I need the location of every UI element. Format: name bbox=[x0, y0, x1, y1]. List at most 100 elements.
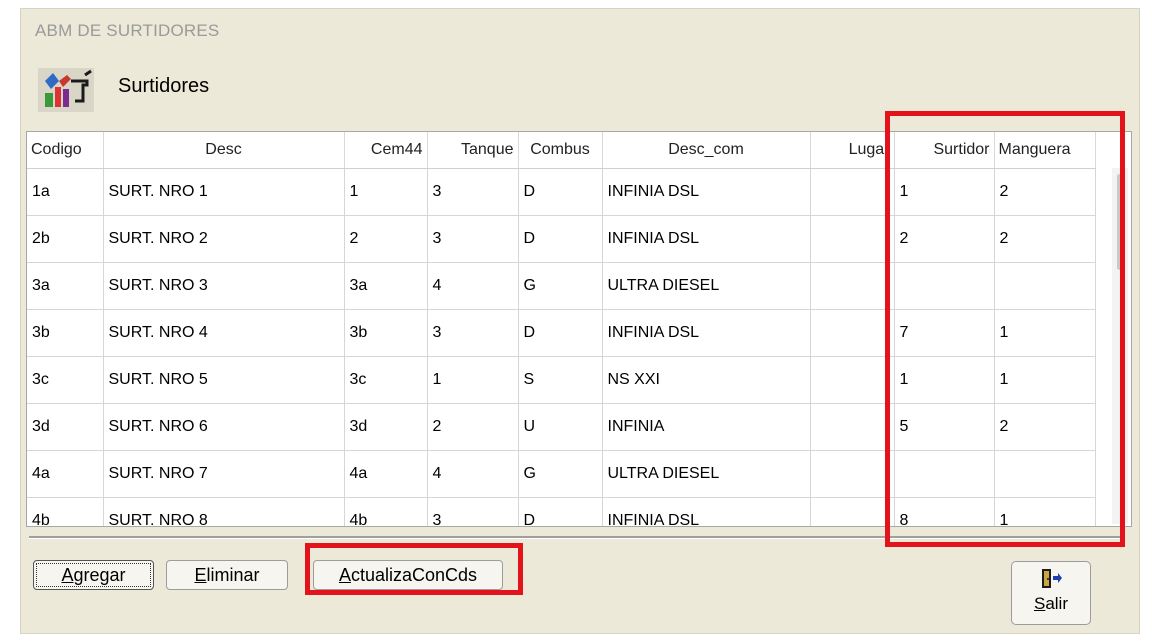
cell-surtidor[interactable]: 7 bbox=[894, 309, 995, 357]
cell-tanque[interactable]: 3 bbox=[427, 309, 519, 357]
cell-manguera[interactable] bbox=[994, 262, 1096, 310]
cell-desc[interactable]: SURT. NRO 5 bbox=[103, 356, 345, 404]
cell-surtidor[interactable] bbox=[894, 450, 995, 498]
salir-label-rest: alir bbox=[1045, 594, 1068, 613]
cell-cem44[interactable]: 1 bbox=[344, 168, 428, 216]
cell-combus[interactable]: U bbox=[518, 403, 603, 451]
cell-codigo[interactable]: 3a bbox=[27, 262, 104, 310]
cell-desc[interactable]: SURT. NRO 1 bbox=[103, 168, 345, 216]
cell-desc-com[interactable]: INFINIA DSL bbox=[602, 215, 811, 263]
cell-tanque[interactable]: 3 bbox=[427, 497, 519, 526]
cell-desc-com[interactable]: INFINIA bbox=[602, 403, 811, 451]
cell-codigo[interactable]: 3d bbox=[27, 403, 104, 451]
table-row[interactable]: 3a SURT. NRO 3 3a 4 G ULTRA DIESEL bbox=[27, 262, 1096, 310]
cell-tanque[interactable]: 4 bbox=[427, 450, 519, 498]
cell-surtidor[interactable]: 8 bbox=[894, 497, 995, 526]
cell-desc[interactable]: SURT. NRO 3 bbox=[103, 262, 345, 310]
table-row[interactable]: 4a SURT. NRO 7 4a 4 G ULTRA DIESEL bbox=[27, 450, 1096, 498]
separator-line bbox=[29, 536, 1125, 539]
cell-cem44[interactable]: 4b bbox=[344, 497, 428, 526]
cell-lugar[interactable] bbox=[810, 309, 895, 357]
col-header-manguera[interactable]: Manguera bbox=[994, 132, 1096, 169]
table-row[interactable]: 3b SURT. NRO 4 3b 3 D INFINIA DSL 7 1 bbox=[27, 309, 1096, 357]
cell-codigo[interactable]: 4a bbox=[27, 450, 104, 498]
actualiza-con-cds-button[interactable]: ActualizaConCds bbox=[313, 560, 503, 590]
agregar-button[interactable]: Agregar bbox=[33, 560, 154, 590]
cell-cem44[interactable]: 3d bbox=[344, 403, 428, 451]
scrollbar-thumb[interactable] bbox=[1117, 174, 1122, 270]
cell-desc-com[interactable]: ULTRA DIESEL bbox=[602, 262, 811, 310]
col-header-desc[interactable]: Desc bbox=[103, 132, 345, 169]
cell-cem44[interactable]: 3c bbox=[344, 356, 428, 404]
cell-codigo[interactable]: 3b bbox=[27, 309, 104, 357]
table-row[interactable]: 4b SURT. NRO 8 4b 3 D INFINIA DSL 8 1 bbox=[27, 497, 1096, 526]
cell-lugar[interactable] bbox=[810, 450, 895, 498]
cell-desc[interactable]: SURT. NRO 7 bbox=[103, 450, 345, 498]
col-header-codigo[interactable]: Codigo bbox=[27, 132, 104, 169]
cell-surtidor[interactable]: 1 bbox=[894, 168, 995, 216]
cell-tanque[interactable]: 3 bbox=[427, 168, 519, 216]
cell-surtidor[interactable] bbox=[894, 262, 995, 310]
cell-tanque[interactable]: 4 bbox=[427, 262, 519, 310]
cell-cem44[interactable]: 3b bbox=[344, 309, 428, 357]
col-header-tanque[interactable]: Tanque bbox=[427, 132, 519, 169]
cell-surtidor[interactable]: 2 bbox=[894, 215, 995, 263]
cell-manguera[interactable]: 2 bbox=[994, 403, 1096, 451]
cell-desc[interactable]: SURT. NRO 2 bbox=[103, 215, 345, 263]
cell-tanque[interactable]: 1 bbox=[427, 356, 519, 404]
table-row[interactable]: 1a SURT. NRO 1 1 3 D INFINIA DSL 1 2 bbox=[27, 168, 1096, 216]
cell-tanque[interactable]: 3 bbox=[427, 215, 519, 263]
grid-table: Codigo Desc Cem44 Tanque Combus Desc_com… bbox=[27, 132, 1096, 526]
cell-combus[interactable]: D bbox=[518, 168, 603, 216]
table-row[interactable]: 2b SURT. NRO 2 2 3 D INFINIA DSL 2 2 bbox=[27, 215, 1096, 263]
cell-cem44[interactable]: 2 bbox=[344, 215, 428, 263]
table-row[interactable]: 3d SURT. NRO 6 3d 2 U INFINIA 5 2 bbox=[27, 403, 1096, 451]
col-header-lugar[interactable]: Lugar bbox=[810, 132, 895, 169]
cell-lugar[interactable] bbox=[810, 168, 895, 216]
grid-vertical-scrollbar[interactable] bbox=[1112, 168, 1128, 524]
cell-lugar[interactable] bbox=[810, 262, 895, 310]
cell-surtidor[interactable]: 1 bbox=[894, 356, 995, 404]
salir-button[interactable]: Salir bbox=[1011, 561, 1091, 625]
col-header-combus[interactable]: Combus bbox=[518, 132, 603, 169]
surtidores-grid[interactable]: Codigo Desc Cem44 Tanque Combus Desc_com… bbox=[26, 131, 1132, 527]
cell-combus[interactable]: D bbox=[518, 309, 603, 357]
cell-manguera[interactable]: 2 bbox=[994, 215, 1096, 263]
eliminar-button[interactable]: Eliminar bbox=[166, 560, 288, 590]
cell-manguera[interactable]: 1 bbox=[994, 309, 1096, 357]
cell-lugar[interactable] bbox=[810, 403, 895, 451]
cell-manguera[interactable]: 1 bbox=[994, 497, 1096, 526]
cell-desc-com[interactable]: INFINIA DSL bbox=[602, 497, 811, 526]
cell-manguera[interactable]: 1 bbox=[994, 356, 1096, 404]
table-row[interactable]: 3c SURT. NRO 5 3c 1 S NS XXI 1 1 bbox=[27, 356, 1096, 404]
cell-lugar[interactable] bbox=[810, 215, 895, 263]
cell-codigo[interactable]: 4b bbox=[27, 497, 104, 526]
cell-desc-com[interactable]: INFINIA DSL bbox=[602, 309, 811, 357]
cell-lugar[interactable] bbox=[810, 356, 895, 404]
cell-cem44[interactable]: 4a bbox=[344, 450, 428, 498]
actualiza-label-rest: ctualizaConCds bbox=[350, 565, 478, 585]
cell-codigo[interactable]: 2b bbox=[27, 215, 104, 263]
cell-manguera[interactable] bbox=[994, 450, 1096, 498]
cell-combus[interactable]: S bbox=[518, 356, 603, 404]
cell-surtidor[interactable]: 5 bbox=[894, 403, 995, 451]
cell-combus[interactable]: G bbox=[518, 450, 603, 498]
cell-desc[interactable]: SURT. NRO 8 bbox=[103, 497, 345, 526]
col-header-desc-com[interactable]: Desc_com bbox=[602, 132, 811, 169]
col-header-cem44[interactable]: Cem44 bbox=[344, 132, 428, 169]
cell-manguera[interactable]: 2 bbox=[994, 168, 1096, 216]
cell-desc[interactable]: SURT. NRO 6 bbox=[103, 403, 345, 451]
col-header-surtidor[interactable]: Surtidor bbox=[894, 132, 995, 169]
cell-tanque[interactable]: 2 bbox=[427, 403, 519, 451]
cell-combus[interactable]: D bbox=[518, 215, 603, 263]
cell-codigo[interactable]: 1a bbox=[27, 168, 104, 216]
cell-desc-com[interactable]: ULTRA DIESEL bbox=[602, 450, 811, 498]
cell-cem44[interactable]: 3a bbox=[344, 262, 428, 310]
cell-desc-com[interactable]: INFINIA DSL bbox=[602, 168, 811, 216]
cell-combus[interactable]: G bbox=[518, 262, 603, 310]
cell-desc[interactable]: SURT. NRO 4 bbox=[103, 309, 345, 357]
cell-combus[interactable]: D bbox=[518, 497, 603, 526]
cell-lugar[interactable] bbox=[810, 497, 895, 526]
cell-codigo[interactable]: 3c bbox=[27, 356, 104, 404]
cell-desc-com[interactable]: NS XXI bbox=[602, 356, 811, 404]
